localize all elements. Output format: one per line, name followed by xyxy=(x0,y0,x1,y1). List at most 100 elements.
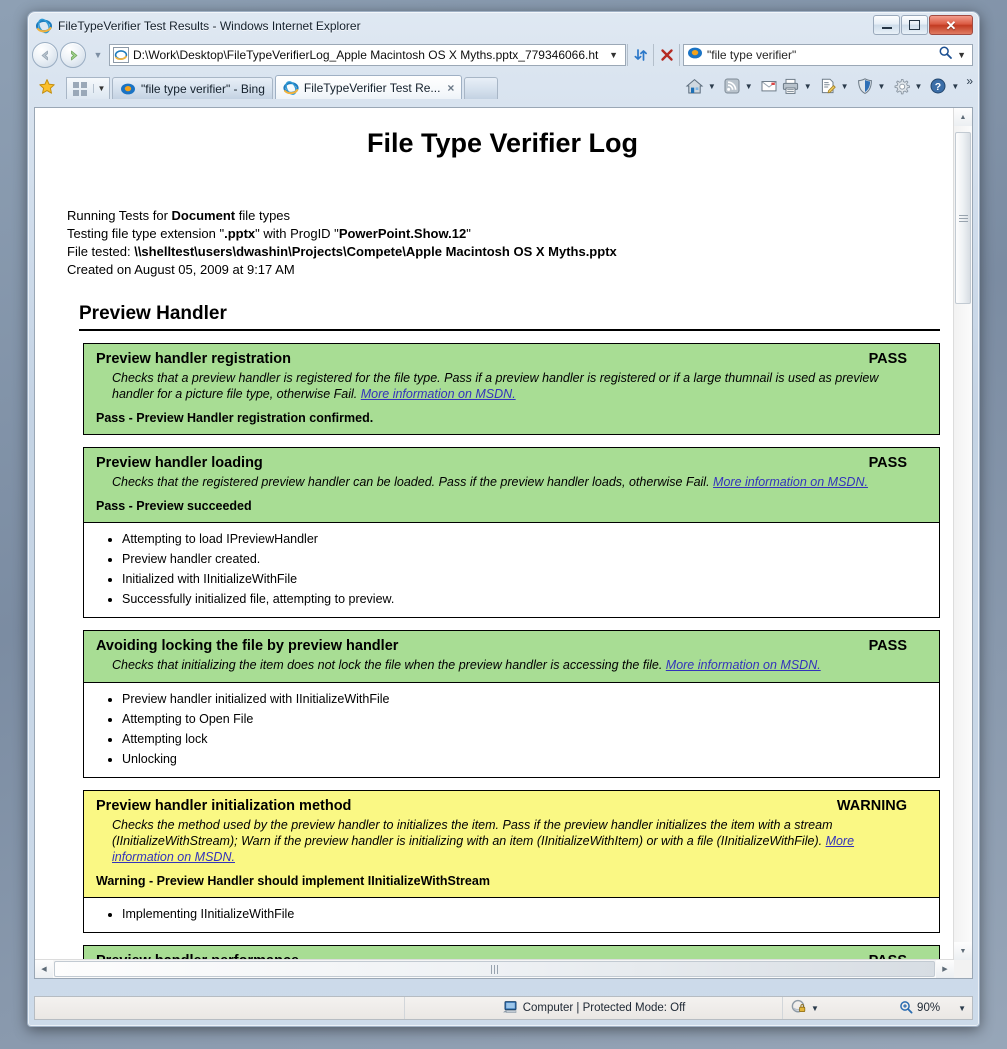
safety-chevron-down-icon[interactable]: ▼ xyxy=(876,82,891,91)
tab-label: "file type verifier" - Bing xyxy=(141,81,265,96)
command-overflow-button[interactable]: » xyxy=(964,74,973,88)
vertical-scrollbar[interactable]: ▲ ▼ xyxy=(953,108,972,960)
msdn-link[interactable]: More information on MSDN. xyxy=(666,658,821,672)
browser-tab-filetypeverifier[interactable]: FileTypeVerifier Test Re... × xyxy=(274,75,463,99)
zoom-icon xyxy=(899,1000,913,1017)
privacy-chevron-down-icon[interactable]: ▼ xyxy=(811,1004,819,1013)
status-right-area: ▼ 90% ▼ xyxy=(783,997,972,1019)
log-metadata: Running Tests for Document file types Te… xyxy=(65,207,940,279)
scroll-left-button[interactable]: ◀ xyxy=(35,960,53,978)
status-badge: PASS xyxy=(868,351,907,367)
address-input[interactable]: D:\Work\Desktop\FileTypeVerifierLog_Appl… xyxy=(133,48,606,62)
safety-icon[interactable] xyxy=(854,75,876,97)
search-icon[interactable] xyxy=(938,45,953,65)
internet-explorer-window: FileTypeVerifier Test Results - Windows … xyxy=(27,11,980,1027)
computer-icon xyxy=(502,1000,517,1017)
favorites-button[interactable] xyxy=(34,75,60,99)
test-title: Preview handler registration xyxy=(96,351,292,367)
page-icon[interactable] xyxy=(817,75,839,97)
scroll-right-button[interactable]: ▶ xyxy=(936,960,954,978)
tools-chevron-down-icon[interactable]: ▼ xyxy=(912,82,927,91)
close-icon: ✕ xyxy=(945,17,957,33)
status-badge: PASS xyxy=(868,638,907,654)
title-bar: FileTypeVerifier Test Results - Windows … xyxy=(28,12,979,39)
help-icon[interactable]: ? xyxy=(927,75,949,97)
browser-tab-bing[interactable]: "file type verifier" - Bing xyxy=(112,77,273,99)
feeds-chevron-down-icon[interactable]: ▼ xyxy=(743,82,758,91)
test-result: Pass - Preview succeeded xyxy=(96,499,252,513)
list-item: Implementing IInitializeWithFile xyxy=(122,904,939,924)
search-box[interactable]: "file type verifier" ▼ xyxy=(683,44,973,66)
security-zone-indicator[interactable]: Computer | Protected Mode: Off xyxy=(405,997,783,1019)
restore-button[interactable] xyxy=(901,15,928,35)
home-icon[interactable] xyxy=(684,75,706,97)
quick-tabs-button[interactable]: ▼ xyxy=(66,77,110,99)
scroll-grip-icon xyxy=(491,964,498,974)
vertical-scroll-thumb[interactable] xyxy=(955,132,971,304)
log-document: File Type Verifier Log Running Tests for… xyxy=(35,108,954,960)
close-button[interactable]: ✕ xyxy=(929,15,973,35)
bing-icon xyxy=(687,45,703,66)
page-chevron-down-icon[interactable]: ▼ xyxy=(839,82,854,91)
zoom-control[interactable]: 90% ▼ xyxy=(899,1000,966,1017)
tab-label: FileTypeVerifier Test Re... xyxy=(303,80,441,95)
toolbar-divider xyxy=(627,44,628,66)
scrollbar-corner xyxy=(954,960,972,978)
stop-icon xyxy=(660,49,673,61)
list-item: Preview handler created. xyxy=(122,549,939,569)
quick-tabs-chevron-down-icon[interactable]: ▼ xyxy=(93,84,109,93)
search-input[interactable]: "file type verifier" xyxy=(707,48,938,62)
tab-close-icon[interactable]: × xyxy=(447,81,454,95)
svg-text:?: ? xyxy=(935,81,941,93)
test-title: Preview handler initialization method xyxy=(96,798,352,814)
horizontal-scrollbar[interactable]: ◀ ▶ xyxy=(35,959,954,978)
back-arrow-icon xyxy=(41,50,48,60)
privacy-report-button[interactable]: ▼ xyxy=(791,999,819,1017)
test-result: Pass - Preview Handler registration conf… xyxy=(96,411,374,425)
home-chevron-down-icon[interactable]: ▼ xyxy=(706,82,721,91)
test-header: Avoiding locking the file by preview han… xyxy=(84,631,939,682)
toolbar-divider xyxy=(653,44,654,66)
scroll-up-button[interactable]: ▲ xyxy=(954,108,972,126)
refresh-button[interactable] xyxy=(629,44,652,66)
meta-line-extension: Testing file type extension ".pptx" with… xyxy=(67,226,471,241)
status-badge: WARNING xyxy=(836,798,907,814)
star-icon xyxy=(39,79,55,94)
zone-label: Computer | Protected Mode: Off xyxy=(522,1002,686,1014)
tools-icon[interactable] xyxy=(890,75,912,97)
zoom-chevron-down-icon[interactable]: ▼ xyxy=(958,1004,966,1013)
browser-content-frame: File Type Verifier Log Running Tests for… xyxy=(34,107,973,979)
section-heading-preview-handler: Preview Handler xyxy=(79,303,940,331)
help-chevron-down-icon[interactable]: ▼ xyxy=(949,82,964,91)
print-icon[interactable] xyxy=(780,75,802,97)
print-chevron-down-icon[interactable]: ▼ xyxy=(802,82,817,91)
test-block: Preview handler loading PASS Checks that… xyxy=(83,447,940,618)
mail-icon[interactable] xyxy=(758,75,780,97)
list-item: Attempting to Open File xyxy=(122,709,939,729)
test-description: Checks that the registered preview handl… xyxy=(112,475,868,489)
scroll-down-button[interactable]: ▼ xyxy=(954,942,972,960)
feeds-icon[interactable] xyxy=(721,75,743,97)
test-header: Preview handler initialization method WA… xyxy=(84,791,939,897)
recent-pages-chevron-down-icon[interactable]: ▼ xyxy=(90,50,106,60)
ie-logo-icon xyxy=(36,18,52,34)
back-button[interactable] xyxy=(32,42,58,68)
search-dropdown-chevron-down-icon[interactable]: ▼ xyxy=(953,50,970,60)
test-description: Checks that initializing the item does n… xyxy=(112,658,821,672)
minimize-button[interactable] xyxy=(873,15,900,35)
command-bar: ▼ ▼ ▼ ▼ ▼ ▼ ? ▼ » xyxy=(684,74,973,98)
address-bar[interactable]: D:\Work\Desktop\FileTypeVerifierLog_Appl… xyxy=(109,44,626,66)
stop-button[interactable] xyxy=(655,44,678,66)
new-tab-button[interactable] xyxy=(464,77,499,99)
msdn-link[interactable]: More information on MSDN. xyxy=(361,387,516,401)
navigation-bar: ▼ D:\Work\Desktop\FileTypeVerifierLog_Ap… xyxy=(28,39,979,71)
forward-button[interactable] xyxy=(60,42,86,68)
toolbar-divider xyxy=(679,44,680,66)
address-dropdown-chevron-down-icon[interactable]: ▼ xyxy=(606,50,623,60)
test-block: Avoiding locking the file by preview han… xyxy=(83,630,940,778)
horizontal-scroll-thumb[interactable] xyxy=(54,961,935,977)
msdn-link[interactable]: More information on MSDN. xyxy=(713,475,868,489)
tab-bar: ▼ "file type verifier" - Bing FileTypeVe… xyxy=(28,71,979,99)
test-description: Checks the method used by the preview ha… xyxy=(112,818,855,864)
window-controls: ✕ xyxy=(873,15,973,35)
